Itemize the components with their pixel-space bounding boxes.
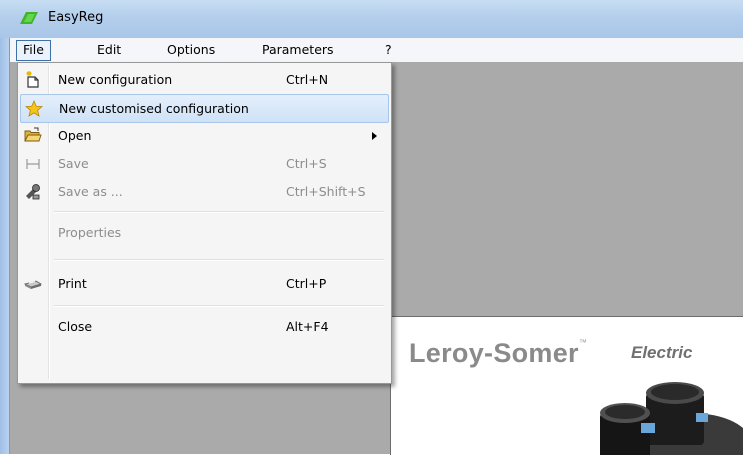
brand-logo-text: Leroy-Somer™ — [409, 338, 588, 368]
menu-item-label: New configuration — [58, 72, 173, 87]
star-icon — [25, 100, 43, 117]
easyreg-logo-icon — [20, 12, 38, 24]
menu-separator — [54, 211, 384, 213]
menu-separator — [54, 259, 384, 261]
menu-item-print[interactable]: Print Ctrl+P — [20, 270, 387, 297]
menu-item-shortcut: Ctrl+S — [286, 156, 327, 171]
menu-item-close[interactable]: Close Alt+F4 — [20, 313, 387, 340]
app-window: EasyReg File Edit Options Parameters ? L… — [0, 0, 743, 455]
menu-item-new-customised-configuration[interactable]: New customised configuration — [20, 94, 389, 123]
menu-item-label: Open — [58, 128, 92, 143]
menu-item-shortcut: Ctrl+N — [286, 72, 329, 87]
menu-item-open[interactable]: Open — [20, 122, 387, 149]
menu-item-label: Print — [58, 276, 87, 291]
menu-item-shortcut: Alt+F4 — [286, 319, 329, 334]
title-bar[interactable]: EasyReg — [0, 0, 743, 38]
save-as-icon — [26, 184, 40, 200]
new-file-icon — [26, 71, 39, 88]
menu-item-shortcut: Ctrl+Shift+S — [286, 184, 366, 199]
document-window[interactable]: Leroy-Somer™ Electric — [390, 316, 743, 455]
menu-item-new-configuration[interactable]: New configuration Ctrl+N — [20, 66, 387, 93]
brand-tagline: Electric — [631, 343, 693, 362]
menu-edit[interactable]: Edit — [91, 40, 127, 59]
menu-bar: File Edit Options Parameters ? — [10, 38, 743, 63]
menu-item-label: Close — [58, 319, 93, 334]
menu-separator — [54, 305, 384, 307]
menu-item-label: Save — [58, 156, 89, 171]
menu-item-label: Save as ... — [58, 184, 123, 199]
menu-item-properties[interactable]: Properties — [20, 219, 387, 246]
open-folder-icon — [24, 127, 42, 142]
printer-icon — [24, 280, 42, 289]
brand-name: Leroy-Somer — [409, 338, 579, 368]
menu-item-save[interactable]: Save Ctrl+S — [20, 150, 387, 177]
menu-options[interactable]: Options — [161, 40, 221, 59]
menu-parameters[interactable]: Parameters — [256, 40, 340, 59]
menu-item-label: New customised configuration — [59, 101, 249, 116]
window-left-border — [0, 38, 10, 454]
menu-item-label: Properties — [58, 225, 122, 240]
menu-file[interactable]: File — [16, 40, 51, 61]
menu-item-save-as[interactable]: Save as ... Ctrl+Shift+S — [20, 178, 387, 205]
submenu-arrow-icon — [372, 132, 377, 140]
menu-help[interactable]: ? — [379, 40, 398, 59]
save-icon — [26, 159, 40, 169]
menu-item-shortcut: Ctrl+P — [286, 276, 327, 291]
window-title: EasyReg — [48, 10, 104, 25]
product-image — [600, 382, 743, 455]
file-menu-dropdown: New configuration Ctrl+N New customised … — [17, 62, 392, 384]
